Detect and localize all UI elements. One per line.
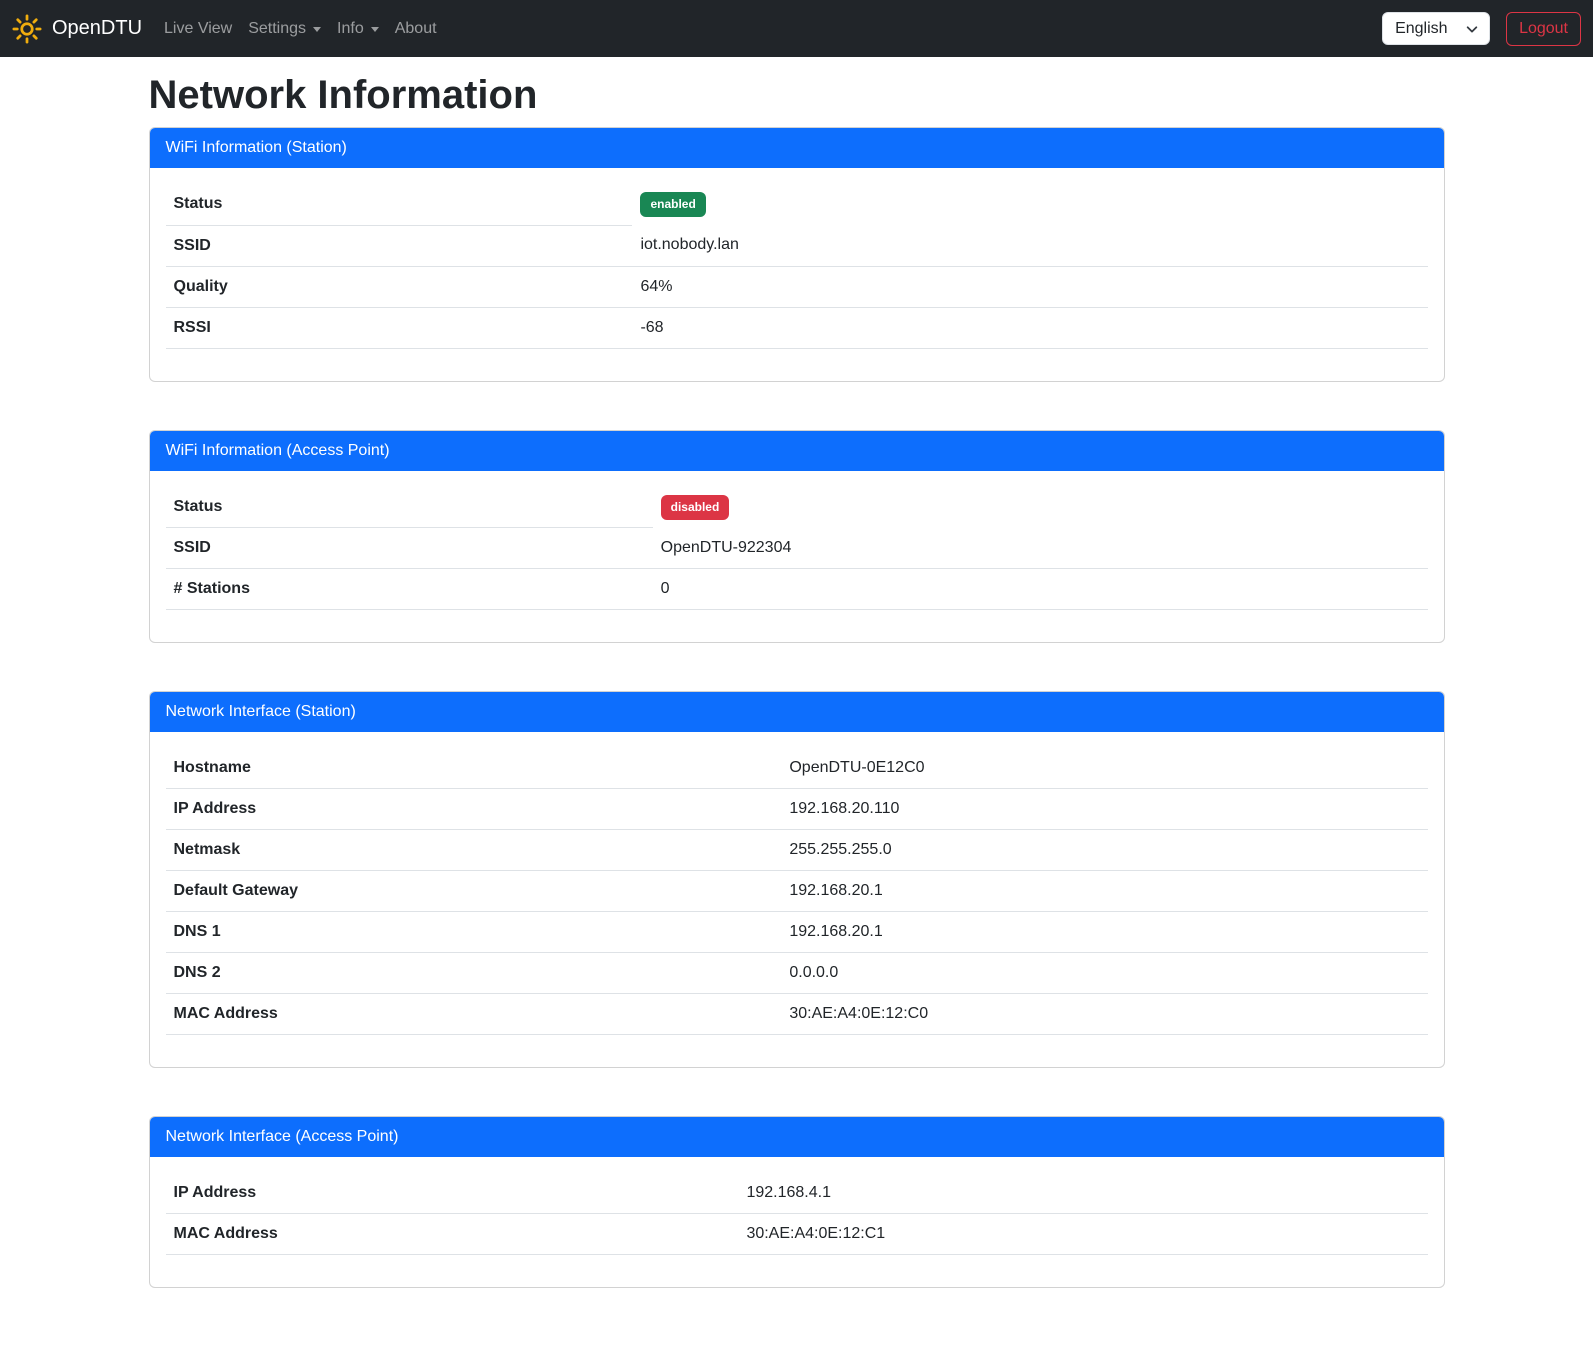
brand[interactable]: OpenDTU [12,14,142,44]
row-value: 30:AE:A4:0E:12:C0 [781,994,1427,1035]
card-body: Status enabled SSID iot.nobody.lan Quali… [150,168,1444,381]
page-title: Network Information [149,71,1445,119]
nav-item-label: Settings [248,20,306,38]
main-nav: Live View Settings Info About [156,12,445,46]
row-value: iot.nobody.lan [632,225,1427,266]
table-row: Status disabled [166,487,1428,528]
language-select[interactable]: English [1382,12,1490,45]
table-row: Hostname OpenDTU-0E12C0 [166,748,1428,789]
card-body: IP Address 192.168.4.1 MAC Address 30:AE… [150,1157,1444,1287]
row-value: 255.255.255.0 [781,830,1427,871]
row-value: enabled [632,184,1427,225]
row-value: -68 [632,307,1427,348]
row-value: disabled [653,487,1428,528]
row-value: 0.0.0.0 [781,953,1427,994]
brand-label: OpenDTU [52,17,142,40]
row-label: RSSI [166,307,633,348]
sun-icon [12,14,42,44]
nav-item-label: Live View [164,20,232,38]
card-header: Network Interface (Station) [150,692,1444,732]
nav-item-settings[interactable]: Settings [240,12,329,46]
nav-item-live-view[interactable]: Live View [156,12,240,46]
navbar: OpenDTU Live View Settings Info About En… [0,0,1593,57]
row-value: 64% [632,266,1427,307]
row-label: SSID [166,225,633,266]
row-value: OpenDTU-922304 [653,528,1428,569]
nav-item-info[interactable]: Info [329,12,387,46]
card-header: WiFi Information (Access Point) [150,431,1444,471]
row-label: SSID [166,528,653,569]
row-label: Quality [166,266,633,307]
row-label: Netmask [166,830,782,871]
table-row: # Stations 0 [166,569,1428,610]
table-row: Netmask 255.255.255.0 [166,830,1428,871]
table-row: MAC Address 30:AE:A4:0E:12:C1 [166,1214,1428,1255]
main-content: Network Information WiFi Information (St… [149,71,1445,1288]
table-row: SSID iot.nobody.lan [166,225,1428,266]
row-label: Status [166,184,633,225]
table-row: SSID OpenDTU-922304 [166,528,1428,569]
status-badge: disabled [661,495,730,520]
table-row: Default Gateway 192.168.20.1 [166,871,1428,912]
row-value: 30:AE:A4:0E:12:C1 [738,1214,1427,1255]
card-wifi-station: WiFi Information (Station) Status enable… [149,127,1445,382]
row-value: 192.168.4.1 [738,1173,1427,1214]
table-row: DNS 1 192.168.20.1 [166,912,1428,953]
row-value: OpenDTU-0E12C0 [781,748,1427,789]
status-badge: enabled [640,192,705,217]
card-body: Status disabled SSID OpenDTU-922304 # St… [150,471,1444,643]
caret-down-icon [371,27,379,32]
row-label: Hostname [166,748,782,789]
table-row: Quality 64% [166,266,1428,307]
logout-button[interactable]: Logout [1506,12,1581,46]
table-row: RSSI -68 [166,307,1428,348]
row-label: # Stations [166,569,653,610]
nav-item-label: About [395,20,437,38]
card-header: Network Interface (Access Point) [150,1117,1444,1157]
card-wifi-access-point: WiFi Information (Access Point) Status d… [149,430,1445,644]
row-label: Default Gateway [166,871,782,912]
nav-item-label: Info [337,20,364,38]
row-label: IP Address [166,1173,739,1214]
card-network-interface-station: Network Interface (Station) Hostname Ope… [149,691,1445,1068]
row-label: DNS 2 [166,953,782,994]
row-value: 192.168.20.1 [781,871,1427,912]
card-network-interface-access-point: Network Interface (Access Point) IP Addr… [149,1116,1445,1288]
row-value: 192.168.20.1 [781,912,1427,953]
row-value: 192.168.20.110 [781,789,1427,830]
row-value: 0 [653,569,1428,610]
card-body: Hostname OpenDTU-0E12C0 IP Address 192.1… [150,732,1444,1067]
table-row: MAC Address 30:AE:A4:0E:12:C0 [166,994,1428,1035]
table-row: IP Address 192.168.4.1 [166,1173,1428,1214]
nav-item-about[interactable]: About [387,12,445,46]
table-row: Status enabled [166,184,1428,225]
row-label: MAC Address [166,1214,739,1255]
table-row: DNS 2 0.0.0.0 [166,953,1428,994]
caret-down-icon [313,27,321,32]
row-label: DNS 1 [166,912,782,953]
row-label: IP Address [166,789,782,830]
row-label: Status [166,487,653,528]
row-label: MAC Address [166,994,782,1035]
table-row: IP Address 192.168.20.110 [166,789,1428,830]
card-header: WiFi Information (Station) [150,128,1444,168]
